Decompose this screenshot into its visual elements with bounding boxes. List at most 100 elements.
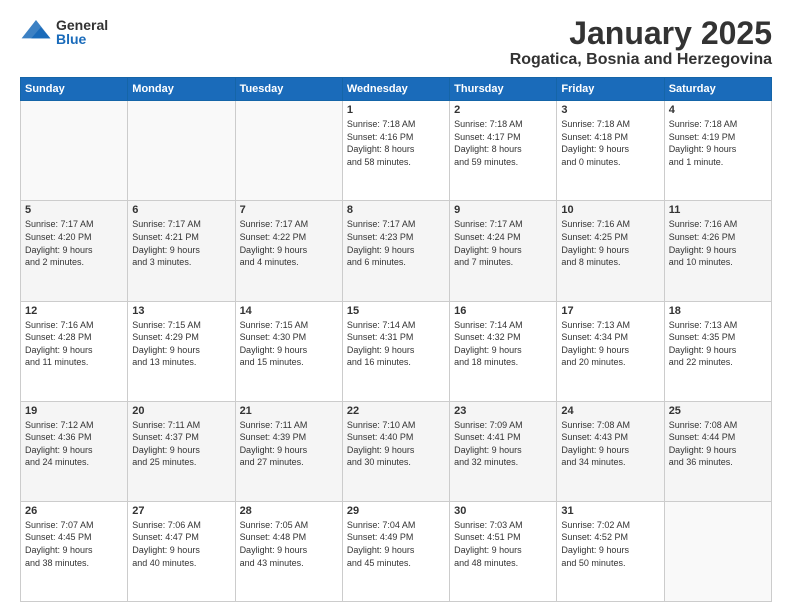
calendar-cell: 7 Sunrise: 7:17 AM Sunset: 4:22 PM Daylig… — [235, 201, 342, 301]
main-title: January 2025 — [510, 16, 772, 51]
calendar-cell: 30 Sunrise: 7:03 AM Sunset: 4:51 PM Dayli… — [450, 501, 557, 601]
day-info: Sunrise: 7:11 AM Sunset: 4:37 PM Dayligh… — [132, 419, 230, 469]
logo-icon — [20, 16, 52, 48]
day-number: 13 — [132, 305, 230, 317]
weekday-header-saturday: Saturday — [664, 78, 771, 101]
day-info: Sunrise: 7:18 AM Sunset: 4:19 PM Dayligh… — [669, 118, 767, 168]
day-number: 12 — [25, 305, 123, 317]
day-info: Sunrise: 7:15 AM Sunset: 4:30 PM Dayligh… — [240, 319, 338, 369]
day-info: Sunrise: 7:18 AM Sunset: 4:17 PM Dayligh… — [454, 118, 552, 168]
day-number: 3 — [561, 104, 659, 116]
day-number: 1 — [347, 104, 445, 116]
day-number: 9 — [454, 204, 552, 216]
calendar-cell: 2 Sunrise: 7:18 AM Sunset: 4:17 PM Daylig… — [450, 101, 557, 201]
day-number: 26 — [25, 505, 123, 517]
day-info: Sunrise: 7:02 AM Sunset: 4:52 PM Dayligh… — [561, 519, 659, 569]
day-number: 14 — [240, 305, 338, 317]
day-info: Sunrise: 7:12 AM Sunset: 4:36 PM Dayligh… — [25, 419, 123, 469]
day-info: Sunrise: 7:17 AM Sunset: 4:20 PM Dayligh… — [25, 218, 123, 268]
week-row-3: 12Sunrise: 7:16 AM Sunset: 4:28 PM Dayli… — [21, 301, 772, 401]
calendar-cell: 4 Sunrise: 7:18 AM Sunset: 4:19 PM Daylig… — [664, 101, 771, 201]
day-number: 4 — [669, 104, 767, 116]
day-info: Sunrise: 7:13 AM Sunset: 4:35 PM Dayligh… — [669, 319, 767, 369]
day-number: 7 — [240, 204, 338, 216]
day-info: Sunrise: 7:17 AM Sunset: 4:23 PM Dayligh… — [347, 218, 445, 268]
day-number: 2 — [454, 104, 552, 116]
weekday-header-monday: Monday — [128, 78, 235, 101]
day-number: 19 — [25, 405, 123, 417]
day-number: 11 — [669, 204, 767, 216]
day-info: Sunrise: 7:15 AM Sunset: 4:29 PM Dayligh… — [132, 319, 230, 369]
day-info: Sunrise: 7:07 AM Sunset: 4:45 PM Dayligh… — [25, 519, 123, 569]
weekday-header-thursday: Thursday — [450, 78, 557, 101]
day-info: Sunrise: 7:10 AM Sunset: 4:40 PM Dayligh… — [347, 419, 445, 469]
calendar-table: SundayMondayTuesdayWednesdayThursdayFrid… — [20, 77, 772, 602]
calendar-cell: 9 Sunrise: 7:17 AM Sunset: 4:24 PM Daylig… — [450, 201, 557, 301]
calendar-cell: 20 Sunrise: 7:11 AM Sunset: 4:37 PM Dayli… — [128, 401, 235, 501]
logo: General Blue — [20, 16, 108, 48]
weekday-header-sunday: Sunday — [21, 78, 128, 101]
calendar-cell — [664, 501, 771, 601]
day-number: 28 — [240, 505, 338, 517]
weekday-header-wednesday: Wednesday — [342, 78, 449, 101]
day-number: 29 — [347, 505, 445, 517]
day-number: 20 — [132, 405, 230, 417]
calendar-cell: 29 Sunrise: 7:04 AM Sunset: 4:49 PM Dayli… — [342, 501, 449, 601]
day-number: 24 — [561, 405, 659, 417]
day-number: 22 — [347, 405, 445, 417]
calendar-cell: 25Sunrise: 7:08 AM Sunset: 4:44 PM Dayli… — [664, 401, 771, 501]
week-row-2: 5 Sunrise: 7:17 AM Sunset: 4:20 PM Daylig… — [21, 201, 772, 301]
calendar-cell: 27 Sunrise: 7:06 AM Sunset: 4:47 PM Dayli… — [128, 501, 235, 601]
title-block: January 2025 Rogatica, Bosnia and Herzeg… — [510, 16, 772, 69]
day-info: Sunrise: 7:11 AM Sunset: 4:39 PM Dayligh… — [240, 419, 338, 469]
calendar-cell: 5 Sunrise: 7:17 AM Sunset: 4:20 PM Daylig… — [21, 201, 128, 301]
day-info: Sunrise: 7:16 AM Sunset: 4:26 PM Dayligh… — [669, 218, 767, 268]
page: General Blue January 2025 Rogatica, Bosn… — [0, 0, 792, 612]
calendar-cell: 1 Sunrise: 7:18 AM Sunset: 4:16 PM Daylig… — [342, 101, 449, 201]
day-number: 5 — [25, 204, 123, 216]
day-number: 15 — [347, 305, 445, 317]
day-info: Sunrise: 7:17 AM Sunset: 4:22 PM Dayligh… — [240, 218, 338, 268]
calendar-cell: 14 Sunrise: 7:15 AM Sunset: 4:30 PM Dayli… — [235, 301, 342, 401]
calendar-cell: 11 Sunrise: 7:16 AM Sunset: 4:26 PM Dayli… — [664, 201, 771, 301]
calendar-cell: 21Sunrise: 7:11 AM Sunset: 4:39 PM Dayli… — [235, 401, 342, 501]
day-info: Sunrise: 7:05 AM Sunset: 4:48 PM Dayligh… — [240, 519, 338, 569]
day-info: Sunrise: 7:09 AM Sunset: 4:41 PM Dayligh… — [454, 419, 552, 469]
logo-text: General Blue — [56, 18, 108, 46]
day-number: 25 — [669, 405, 767, 417]
day-number: 18 — [669, 305, 767, 317]
calendar-cell: 19 Sunrise: 7:12 AM Sunset: 4:36 PM Dayli… — [21, 401, 128, 501]
week-row-4: 19 Sunrise: 7:12 AM Sunset: 4:36 PM Dayli… — [21, 401, 772, 501]
calendar-cell: 28 Sunrise: 7:05 AM Sunset: 4:48 PM Dayli… — [235, 501, 342, 601]
day-number: 30 — [454, 505, 552, 517]
day-info: Sunrise: 7:17 AM Sunset: 4:24 PM Dayligh… — [454, 218, 552, 268]
day-info: Sunrise: 7:14 AM Sunset: 4:31 PM Dayligh… — [347, 319, 445, 369]
day-info: Sunrise: 7:04 AM Sunset: 4:49 PM Dayligh… — [347, 519, 445, 569]
calendar-cell: 12Sunrise: 7:16 AM Sunset: 4:28 PM Dayli… — [21, 301, 128, 401]
logo-blue-text: Blue — [56, 32, 108, 46]
weekday-header-friday: Friday — [557, 78, 664, 101]
calendar-cell — [21, 101, 128, 201]
calendar-cell: 3 Sunrise: 7:18 AM Sunset: 4:18 PM Daylig… — [557, 101, 664, 201]
day-info: Sunrise: 7:18 AM Sunset: 4:18 PM Dayligh… — [561, 118, 659, 168]
day-info: Sunrise: 7:06 AM Sunset: 4:47 PM Dayligh… — [132, 519, 230, 569]
day-info: Sunrise: 7:17 AM Sunset: 4:21 PM Dayligh… — [132, 218, 230, 268]
day-number: 31 — [561, 505, 659, 517]
calendar-cell: 8Sunrise: 7:17 AM Sunset: 4:23 PM Daylig… — [342, 201, 449, 301]
week-row-1: 1 Sunrise: 7:18 AM Sunset: 4:16 PM Daylig… — [21, 101, 772, 201]
weekday-header-tuesday: Tuesday — [235, 78, 342, 101]
calendar-cell: 31 Sunrise: 7:02 AM Sunset: 4:52 PM Dayli… — [557, 501, 664, 601]
day-number: 27 — [132, 505, 230, 517]
calendar-cell: 6 Sunrise: 7:17 AM Sunset: 4:21 PM Daylig… — [128, 201, 235, 301]
calendar-cell: 15 Sunrise: 7:14 AM Sunset: 4:31 PM Dayli… — [342, 301, 449, 401]
logo-general-text: General — [56, 18, 108, 32]
day-info: Sunrise: 7:03 AM Sunset: 4:51 PM Dayligh… — [454, 519, 552, 569]
day-number: 16 — [454, 305, 552, 317]
header: General Blue January 2025 Rogatica, Bosn… — [20, 16, 772, 69]
day-info: Sunrise: 7:14 AM Sunset: 4:32 PM Dayligh… — [454, 319, 552, 369]
day-number: 6 — [132, 204, 230, 216]
calendar-cell: 24Sunrise: 7:08 AM Sunset: 4:43 PM Dayli… — [557, 401, 664, 501]
calendar-cell: 13 Sunrise: 7:15 AM Sunset: 4:29 PM Dayli… — [128, 301, 235, 401]
calendar-cell: 18 Sunrise: 7:13 AM Sunset: 4:35 PM Dayli… — [664, 301, 771, 401]
day-info: Sunrise: 7:18 AM Sunset: 4:16 PM Dayligh… — [347, 118, 445, 168]
